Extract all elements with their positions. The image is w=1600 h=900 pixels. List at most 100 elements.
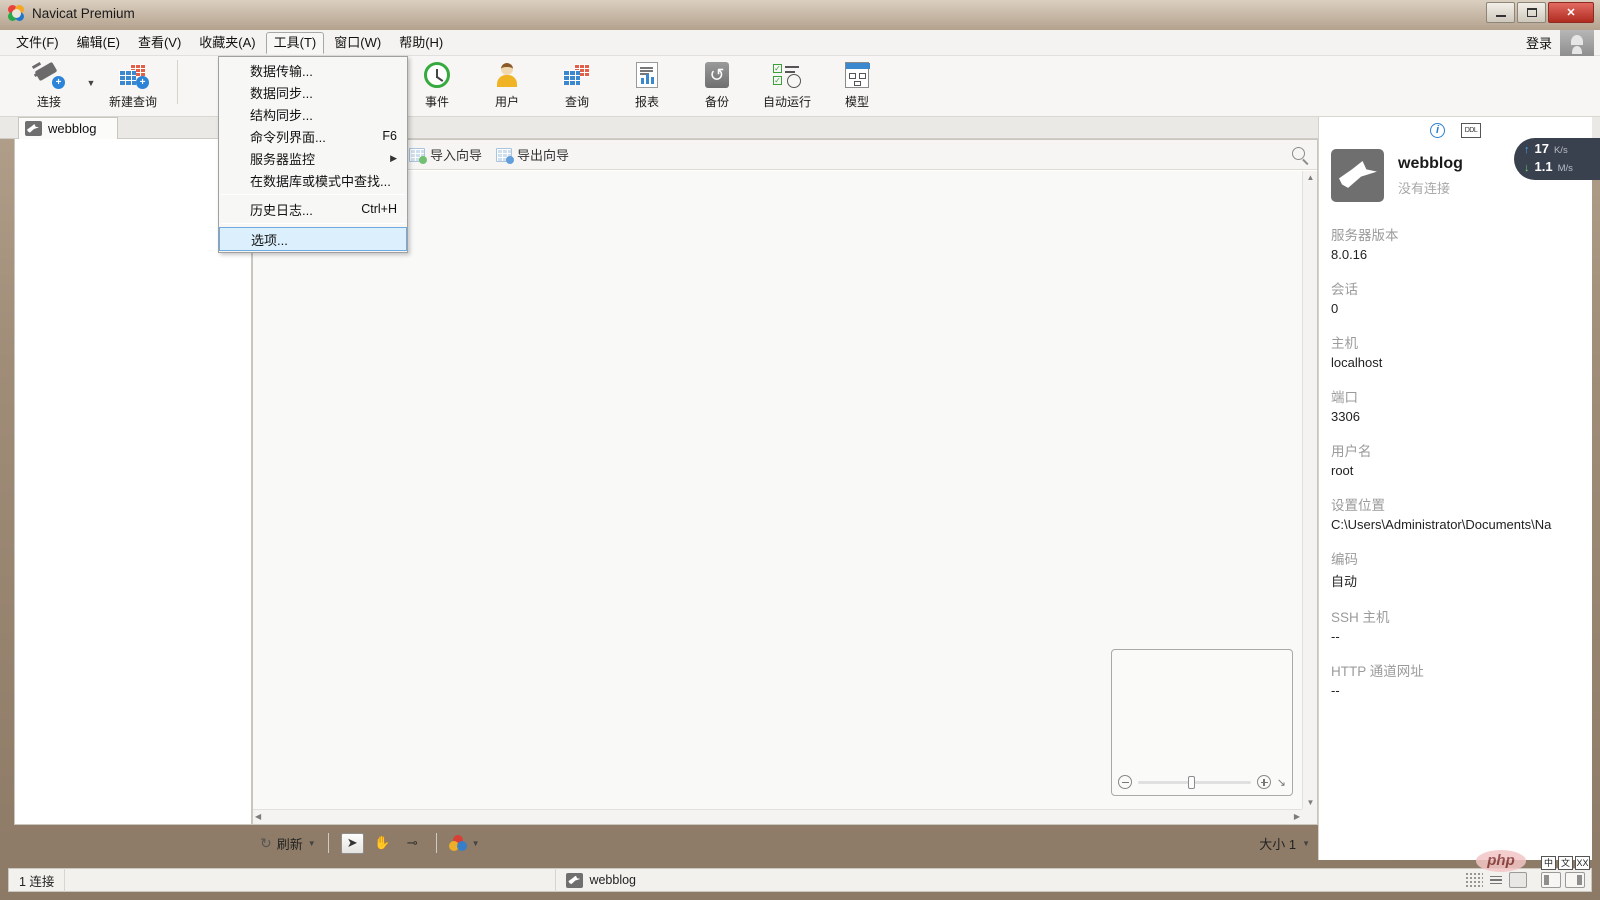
left-pane-toggle-button[interactable]: [1541, 872, 1561, 888]
export-wizard-button[interactable]: 导出向导: [496, 145, 569, 164]
login-link[interactable]: 登录: [1526, 33, 1552, 52]
connection-dropdown-caret-icon[interactable]: ▼: [84, 78, 98, 88]
vertical-scrollbar[interactable]: ▲ ▼: [1302, 171, 1317, 809]
size-control[interactable]: 大小 1 ▼: [1259, 834, 1310, 853]
zoom-slider-thumb[interactable]: [1187, 775, 1195, 789]
menu-tools[interactable]: 工具(T): [265, 31, 325, 54]
scroll-up-icon[interactable]: ▲: [1303, 173, 1318, 182]
info-icon[interactable]: i: [1430, 122, 1445, 138]
avatar[interactable]: [1560, 30, 1594, 56]
info-sidebar: i DDL webblog 没有连接 服务器版本 8.0.16 会话 0 主机 …: [1318, 117, 1592, 860]
toolbar-user-label: 用户: [494, 95, 519, 109]
backup-icon: [705, 60, 729, 90]
refresh-label: 刷新: [276, 836, 303, 852]
menu-item-find-in-database[interactable]: 在数据库或模式中查找...: [219, 169, 407, 191]
toolbar-report-label: 报表: [634, 95, 659, 109]
menu-help[interactable]: 帮助(H): [391, 32, 451, 54]
menu-item-label: 在数据库或模式中查找...: [250, 173, 391, 189]
toolbar-new-query-button[interactable]: + 新建查询: [98, 56, 168, 110]
menu-bar: 文件(F) 编辑(E) 查看(V) 收藏夹(A) 工具(T) 窗口(W) 帮助(…: [0, 30, 1600, 56]
sidebar-connection-name: webblog: [1398, 154, 1463, 172]
connection-tab-webblog[interactable]: webblog: [18, 117, 118, 139]
toolbar-model-label: 模型: [844, 95, 869, 109]
import-wizard-label: 导入向导: [430, 148, 483, 163]
menu-item-label: 历史日志...: [250, 202, 313, 218]
object-toolbar: 新建表 删除表 导入向导 导出向导: [253, 140, 1317, 170]
color-palette-button[interactable]: ▼: [448, 835, 480, 851]
toolbar-model-button[interactable]: 模型: [822, 56, 892, 110]
diagram-bottom-toolbar: ↻ 刷新 ▼ ➤ ✋ ⊸ ▼ 大小 1 ▼: [252, 826, 1318, 860]
field-label: 会话: [1331, 282, 1358, 297]
refresh-button[interactable]: ↻ 刷新 ▼: [260, 834, 316, 853]
status-spacer: [65, 868, 555, 892]
field-value: localhost: [1331, 355, 1383, 370]
import-wizard-button[interactable]: 导入向导: [409, 145, 482, 164]
minimap-overview[interactable]: ↘: [1111, 649, 1293, 796]
export-wizard-icon: [496, 147, 515, 164]
chevron-down-icon[interactable]: ▼: [308, 839, 316, 848]
toolbar-backup-button[interactable]: 备份: [682, 56, 752, 110]
zoom-out-icon[interactable]: [1118, 775, 1132, 789]
sidebar-connection-status: 没有连接: [1398, 180, 1451, 196]
menu-item-structure-sync[interactable]: 结构同步...: [219, 103, 407, 125]
zoom-slider-track[interactable]: [1138, 775, 1251, 789]
scrollbar-corner: [1302, 809, 1317, 824]
toolbar-report-button[interactable]: 报表: [612, 56, 682, 110]
network-speed-badge: ↑ 17 K/s ↓ 1.1 M/s: [1514, 138, 1600, 180]
menu-item-data-sync[interactable]: 数据同步...: [219, 81, 407, 103]
toolbar-automation-button[interactable]: ✓ ✓ 自动运行: [752, 56, 822, 110]
export-wizard-label: 导出向导: [517, 148, 570, 163]
field-http-tunnel: HTTP 通道网址 --: [1331, 660, 1580, 698]
status-bar: 1 连接 webblog: [8, 868, 1592, 892]
menu-edit[interactable]: 编辑(E): [69, 32, 128, 54]
minimap-zoom-slider[interactable]: ↘: [1112, 769, 1292, 795]
upload-speed-value: 17: [1534, 141, 1549, 156]
menu-favorites[interactable]: 收藏夹(A): [191, 32, 263, 54]
chevron-down-icon[interactable]: ▼: [1302, 839, 1310, 848]
toolbar-query-button[interactable]: 查询: [542, 56, 612, 110]
navigation-pane[interactable]: [14, 139, 252, 825]
maximize-button[interactable]: [1517, 2, 1546, 23]
status-view-buttons: [1465, 872, 1591, 888]
horizontal-scrollbar[interactable]: ◀ ▶: [253, 809, 1302, 824]
size-label: 大小 1: [1259, 836, 1297, 852]
menu-view[interactable]: 查看(V): [130, 32, 189, 54]
menu-file[interactable]: 文件(F): [8, 32, 67, 54]
menu-item-data-transfer[interactable]: 数据传输...: [219, 59, 407, 81]
menu-window[interactable]: 窗口(W): [326, 32, 389, 54]
close-button[interactable]: ✕: [1548, 2, 1594, 23]
hand-tool-button[interactable]: ✋: [371, 833, 394, 854]
ime-text-icon[interactable]: 文: [1558, 856, 1573, 870]
ddl-icon[interactable]: DDL: [1461, 122, 1481, 138]
app-logo-icon: [8, 5, 25, 22]
chevron-down-icon[interactable]: ▼: [472, 839, 480, 848]
menu-item-label: 服务器监控: [250, 151, 316, 167]
menu-item-options[interactable]: 选项...: [219, 227, 407, 251]
menu-item-command-line[interactable]: 命令列界面... F6: [219, 125, 407, 147]
link-tool-button[interactable]: ⊸: [401, 833, 424, 854]
ime-mode-icon[interactable]: XX: [1575, 856, 1590, 870]
minimize-button[interactable]: [1486, 2, 1515, 23]
menu-item-server-monitor[interactable]: 服务器监控 ▶: [219, 147, 407, 169]
toolbar-query-label: 查询: [564, 95, 589, 109]
toolbar-user-button[interactable]: 用户: [472, 56, 542, 110]
ime-chinese-icon[interactable]: 中: [1541, 856, 1556, 870]
field-port: 端口 3306: [1331, 386, 1580, 424]
bottom-divider-1: [327, 833, 329, 853]
detail-grid-view-button[interactable]: [1465, 872, 1483, 888]
toolbar-event-button[interactable]: 事件: [402, 56, 472, 110]
scroll-down-icon[interactable]: ▼: [1303, 798, 1318, 807]
right-pane-toggle-button[interactable]: [1565, 872, 1585, 888]
list-view-button[interactable]: [1487, 872, 1505, 888]
search-icon[interactable]: [1292, 147, 1305, 160]
scroll-right-icon[interactable]: ▶: [1294, 812, 1300, 821]
toolbar-connection-button[interactable]: + 连接: [14, 56, 84, 110]
scroll-left-icon[interactable]: ◀: [255, 812, 261, 821]
zoom-in-icon[interactable]: [1256, 775, 1271, 789]
pointer-tool-button[interactable]: ➤: [340, 832, 364, 854]
minimap-expand-icon[interactable]: ↘: [1277, 776, 1286, 789]
menu-item-history-log[interactable]: 历史日志... Ctrl+H: [219, 198, 407, 220]
submenu-arrow-icon: ▶: [390, 152, 397, 163]
grid-view-button[interactable]: [1509, 872, 1527, 888]
automation-icon: ✓ ✓: [773, 60, 801, 90]
